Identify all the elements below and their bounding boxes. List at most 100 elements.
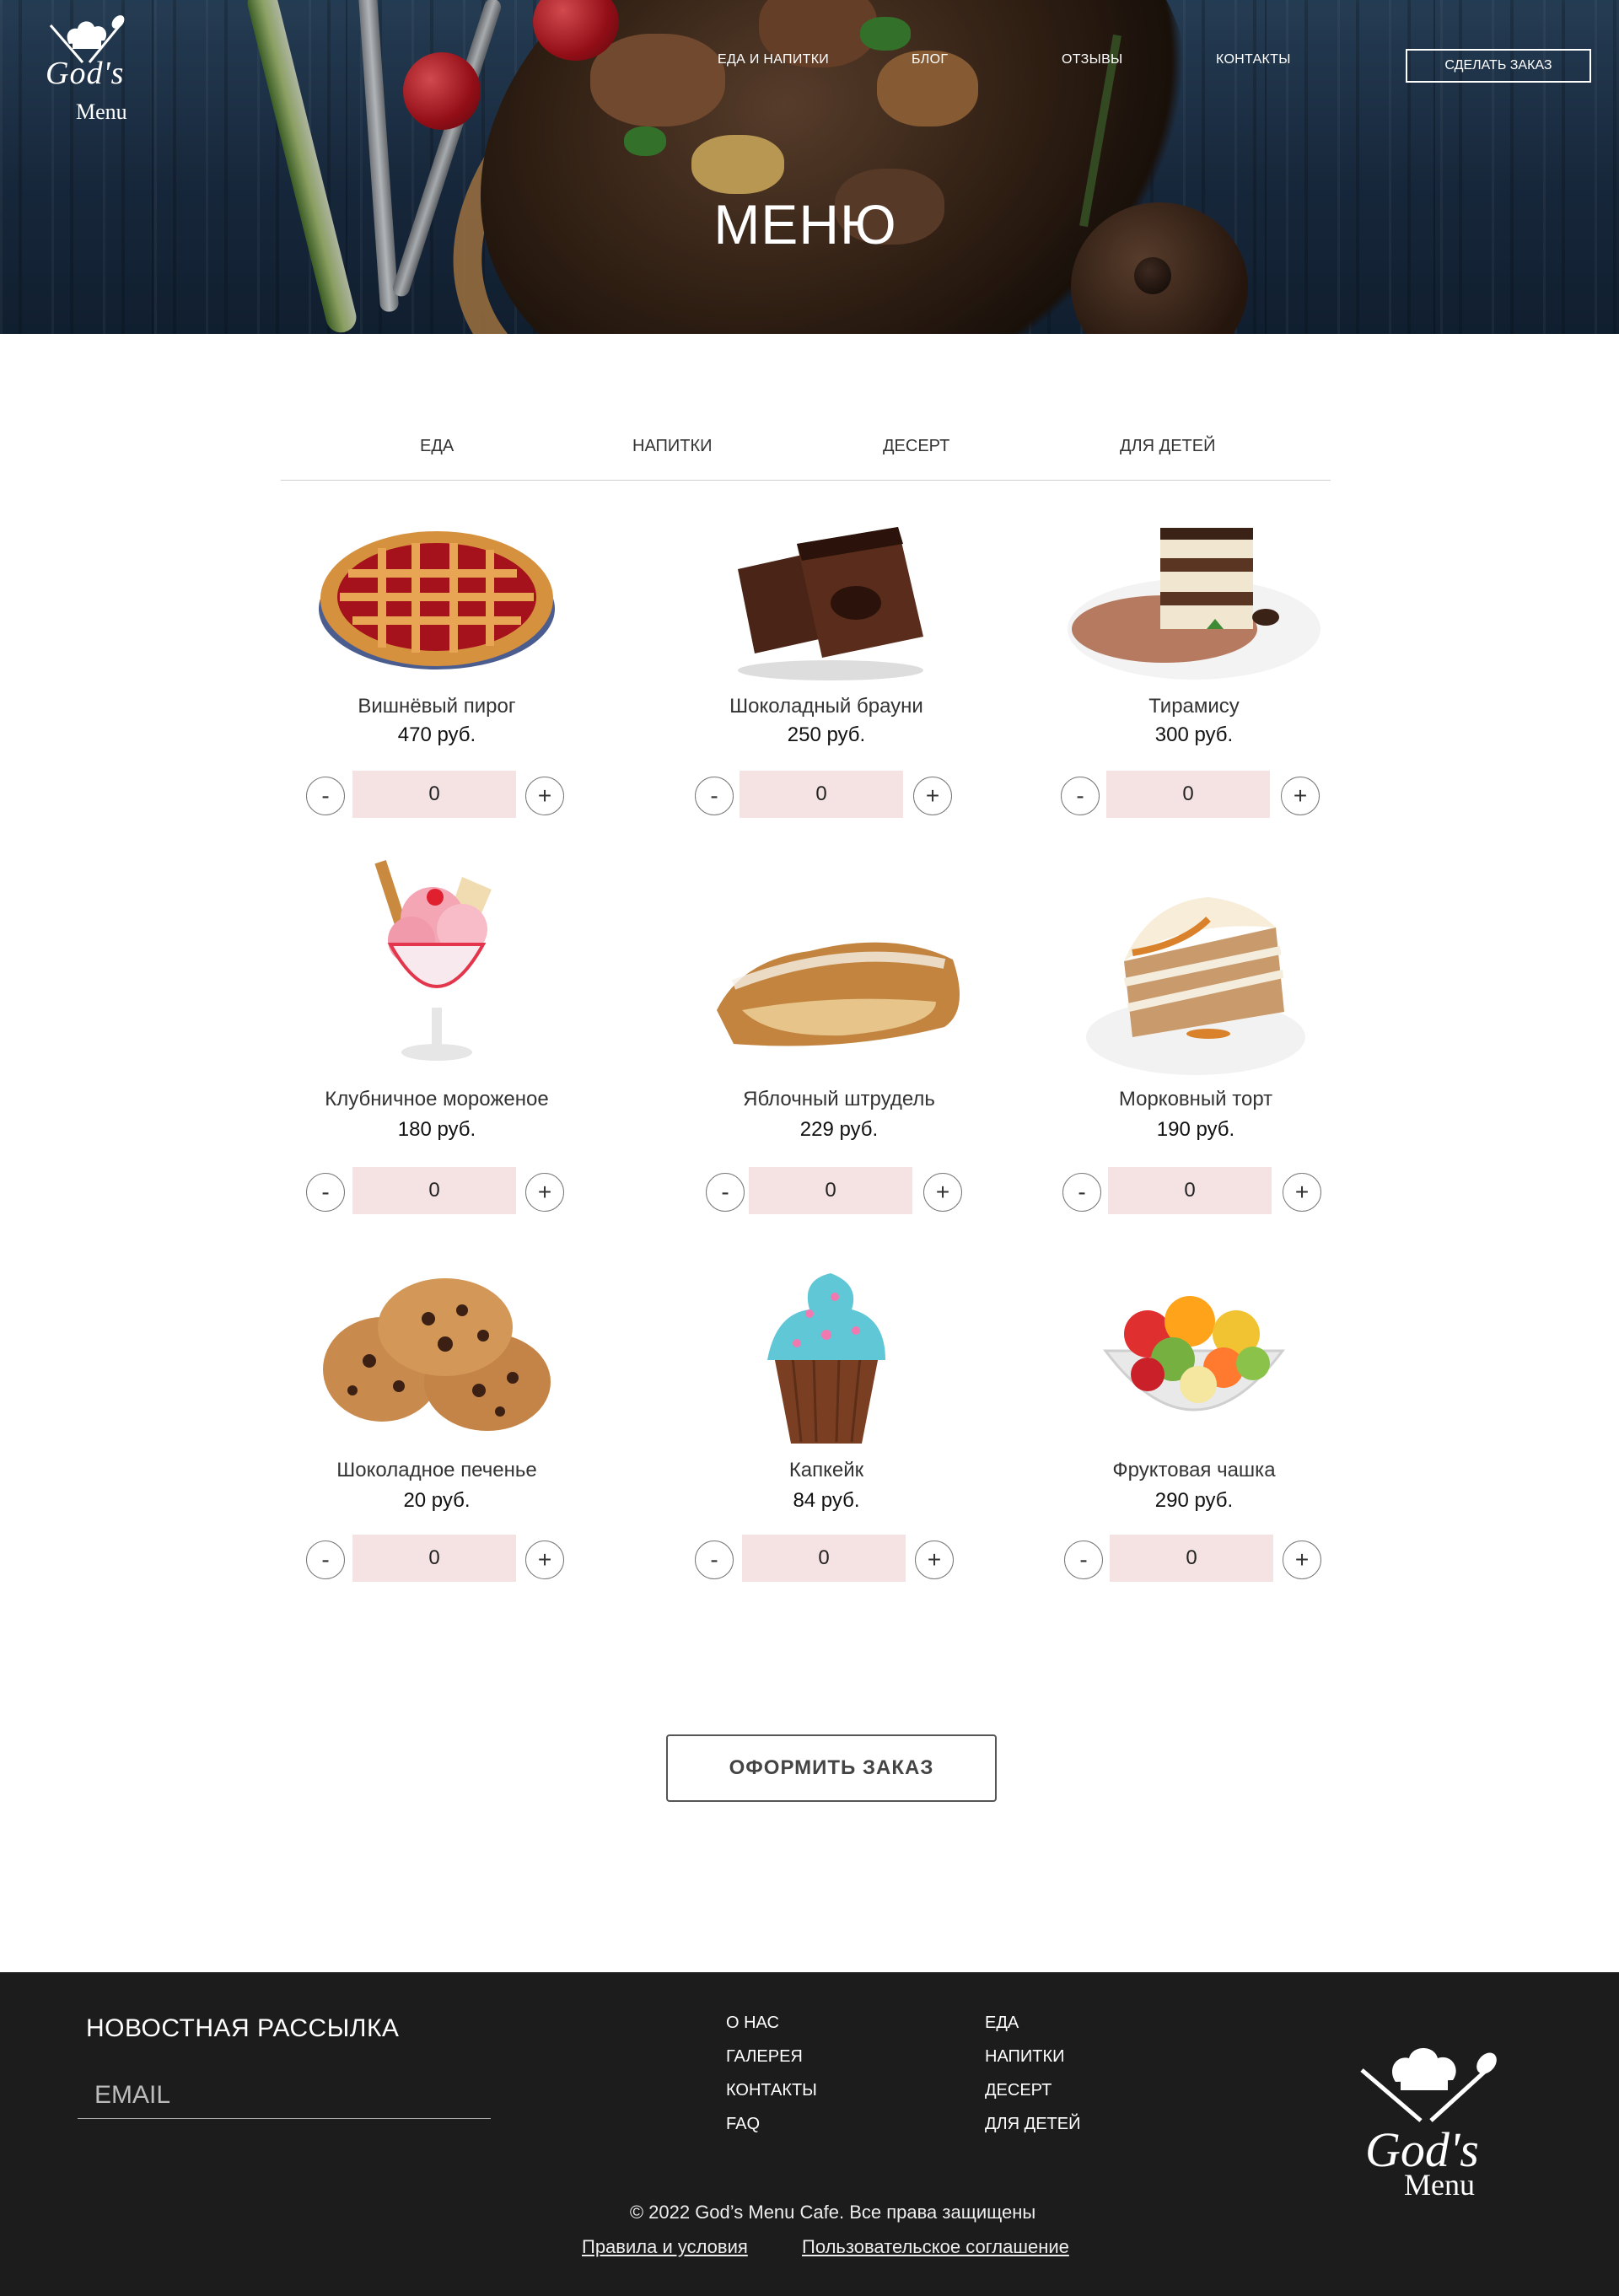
- quantity-stepper: - 0 +: [675, 771, 978, 818]
- decrement-button[interactable]: -: [306, 1173, 345, 1212]
- product-price: 229 руб.: [799, 1118, 879, 1141]
- cherry-pie-icon: [319, 531, 555, 669]
- quantity-stepper: - 0 +: [1044, 1167, 1347, 1214]
- quantity-field[interactable]: 0: [1108, 1167, 1272, 1214]
- decrement-button[interactable]: -: [306, 1541, 345, 1579]
- footer-link-faq[interactable]: FAQ: [726, 2107, 817, 2141]
- increment-button[interactable]: +: [923, 1173, 962, 1212]
- product-name: Яблочный штрудель: [743, 1088, 935, 1110]
- copyright-text: © 2022 God’s Menu Cafe. Все права защище…: [629, 2202, 1036, 2223]
- increment-button[interactable]: +: [915, 1541, 954, 1579]
- make-order-button[interactable]: СДЕЛАТЬ ЗАКАЗ: [1406, 49, 1591, 83]
- chef-hat-icon: God's Menu: [1360, 2048, 1497, 2202]
- nav-food-drinks[interactable]: ЕДА И НАПИТКИ: [718, 52, 829, 67]
- tab-drinks[interactable]: НАПИТКИ: [632, 437, 713, 456]
- decrement-button[interactable]: -: [1064, 1541, 1103, 1579]
- checkout-button[interactable]: ОФОРМИТЬ ЗАКАЗ: [666, 1734, 997, 1802]
- decrement-button[interactable]: -: [1061, 777, 1100, 815]
- brand-name-line2: Menu: [1404, 2168, 1475, 2200]
- quantity-field[interactable]: 0: [1110, 1535, 1273, 1582]
- category-tabs: ЕДА НАПИТКИ ДЕСЕРТ ДЛЯ ДЕТЕЙ: [281, 434, 1331, 481]
- nav-reviews[interactable]: ОТЗЫВЫ: [1062, 52, 1123, 67]
- product-name: Клубничное мороженое: [325, 1088, 549, 1110]
- ice-cream-icon: [374, 860, 492, 1061]
- increment-button[interactable]: +: [525, 777, 564, 815]
- footer-links-menu: ЕДА НАПИТКИ ДЕСЕРТ ДЛЯ ДЕТЕЙ: [985, 2006, 1081, 2141]
- product-card: Яблочный штрудель 229 руб. - 0 +: [687, 860, 991, 1248]
- increment-button[interactable]: +: [525, 1541, 564, 1579]
- quantity-field[interactable]: 0: [352, 1167, 516, 1214]
- increment-button[interactable]: +: [913, 777, 952, 815]
- footer-links-company: О НАС ГАЛЕРЕЯ КОНТАКТЫ FAQ: [726, 2006, 817, 2141]
- product-price: 20 руб.: [403, 1489, 471, 1512]
- quantity-field[interactable]: 0: [352, 1535, 516, 1582]
- product-name: Вишнёвый пирог: [358, 695, 516, 718]
- decrement-button[interactable]: -: [695, 777, 734, 815]
- footer-link-food[interactable]: ЕДА: [985, 2006, 1081, 2040]
- product-name: Морковный торт: [1118, 1088, 1273, 1110]
- product-card: Морковный торт 190 руб. - 0 +: [1044, 860, 1347, 1248]
- terms-link[interactable]: Правила и условия: [582, 2236, 748, 2258]
- cupcake-icon: [767, 1273, 885, 1444]
- increment-button[interactable]: +: [1281, 777, 1320, 815]
- product-price: 84 руб.: [793, 1489, 860, 1512]
- quantity-field[interactable]: 0: [352, 771, 516, 818]
- fruit-bowl-icon: [1102, 1296, 1286, 1411]
- product-price: 300 руб.: [1154, 723, 1234, 746]
- decrement-button[interactable]: -: [695, 1541, 734, 1579]
- quantity-stepper: - 0 +: [687, 1167, 991, 1214]
- product-name: Шоколадное печенье: [336, 1459, 537, 1481]
- newsletter-title: НОВОСТНАЯ РАССЫЛКА: [86, 2014, 400, 2042]
- tiramisu-icon: [1068, 528, 1320, 680]
- product-price: 290 руб.: [1154, 1489, 1234, 1512]
- tab-kids[interactable]: ДЛЯ ДЕТЕЙ: [1120, 437, 1216, 456]
- brownie-icon: [738, 527, 923, 680]
- user-agreement-link[interactable]: Пользовательское соглашение: [802, 2236, 1069, 2258]
- quantity-stepper: - 0 +: [675, 1535, 978, 1582]
- increment-button[interactable]: +: [1283, 1541, 1321, 1579]
- footer-link-kids[interactable]: ДЛЯ ДЕТЕЙ: [985, 2107, 1081, 2141]
- product-card: Капкейк 84 руб. - 0 +: [675, 1256, 978, 1644]
- quantity-stepper: - 0 +: [1042, 771, 1346, 818]
- footer-link-gallery[interactable]: ГАЛЕРЕЯ: [726, 2040, 817, 2073]
- quantity-field[interactable]: 0: [742, 1535, 906, 1582]
- tab-food[interactable]: ЕДА: [420, 437, 454, 456]
- product-card: Шоколадный брауни 250 руб. - 0 +: [675, 506, 978, 894]
- decrement-button[interactable]: -: [1062, 1173, 1101, 1212]
- product-price: 250 руб.: [787, 723, 866, 746]
- cookies-icon: [323, 1278, 551, 1431]
- email-input[interactable]: EMAIL: [78, 2072, 491, 2119]
- footer-link-about[interactable]: О НАС: [726, 2006, 817, 2040]
- quantity-stepper: - 0 +: [285, 1535, 589, 1582]
- tab-dessert[interactable]: ДЕСЕРТ: [883, 437, 949, 456]
- carrot-cake-icon: [1086, 897, 1305, 1075]
- decrement-button[interactable]: -: [706, 1173, 745, 1212]
- top-nav: ЕДА И НАПИТКИ БЛОГ ОТЗЫВЫ КОНТАКТЫ СДЕЛА…: [0, 49, 1619, 83]
- nav-blog[interactable]: БЛОГ: [912, 52, 948, 67]
- quantity-field[interactable]: 0: [740, 771, 903, 818]
- increment-button[interactable]: +: [1283, 1173, 1321, 1212]
- footer-link-drinks[interactable]: НАПИТКИ: [985, 2040, 1081, 2073]
- brand-name-line2: Menu: [76, 99, 127, 124]
- apple-strudel-icon: [717, 942, 960, 1046]
- quantity-stepper: - 0 +: [1042, 1535, 1346, 1582]
- page-title: МЕНЮ: [713, 193, 897, 255]
- quantity-field[interactable]: 0: [749, 1167, 912, 1214]
- product-price: 470 руб.: [397, 723, 476, 746]
- quantity-field[interactable]: 0: [1106, 771, 1270, 818]
- product-card: Тирамису 300 руб. - 0 +: [1042, 506, 1346, 894]
- product-price: 190 руб.: [1156, 1118, 1235, 1141]
- product-card: Вишнёвый пирог 470 руб. - 0 +: [285, 506, 589, 894]
- footer-brand-logo[interactable]: God's Menu: [1353, 2040, 1497, 2202]
- footer-link-dessert[interactable]: ДЕСЕРТ: [985, 2073, 1081, 2107]
- product-name: Фруктовая чашка: [1112, 1459, 1276, 1481]
- footer-link-contacts[interactable]: КОНТАКТЫ: [726, 2073, 817, 2107]
- footer: НОВОСТНАЯ РАССЫЛКА EMAIL О НАС ГАЛЕРЕЯ К…: [0, 1972, 1619, 2296]
- quantity-stepper: - 0 +: [285, 771, 589, 818]
- increment-button[interactable]: +: [525, 1173, 564, 1212]
- hero-overlay: [0, 0, 1619, 334]
- nav-contacts[interactable]: КОНТАКТЫ: [1216, 52, 1291, 67]
- product-price: 180 руб.: [397, 1118, 476, 1141]
- product-name: Тирамису: [1148, 695, 1240, 718]
- decrement-button[interactable]: -: [306, 777, 345, 815]
